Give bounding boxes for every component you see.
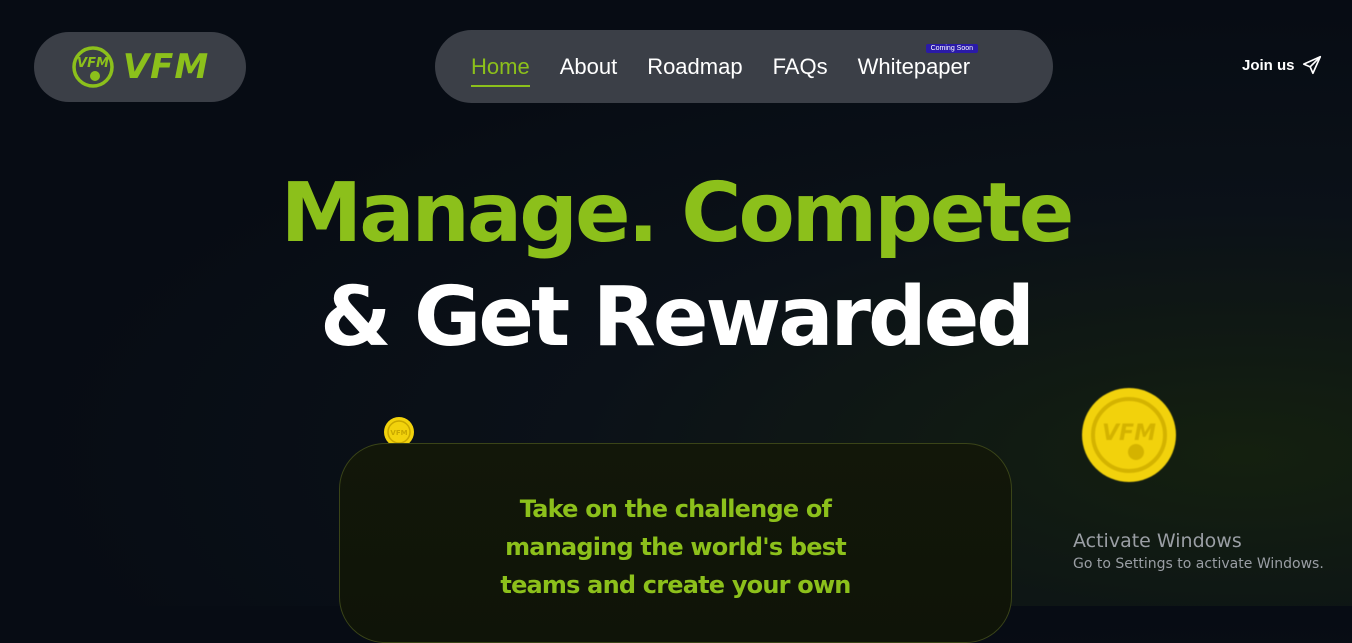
logo[interactable]: VFM VFM <box>34 32 246 102</box>
nav-whitepaper-label: Whitepaper <box>857 53 971 79</box>
nav-roadmap[interactable]: Roadmap <box>647 54 742 80</box>
vfm-coin-large-icon: VFM <box>1082 388 1176 482</box>
main-nav: Home About Roadmap FAQs Whitepaper Comin… <box>435 30 1053 103</box>
svg-text:VFM: VFM <box>1102 421 1156 446</box>
join-us-button[interactable]: Join us <box>1242 54 1323 76</box>
nav-home[interactable]: Home <box>471 54 530 87</box>
hero-title-line1: Manage. Compete <box>280 166 1075 261</box>
join-us-label: Join us <box>1242 56 1295 74</box>
activate-subtitle: Go to Settings to activate Windows. <box>1073 556 1324 572</box>
hero-title-line2: & Get Rewarded <box>319 270 1035 365</box>
nav-faqs[interactable]: FAQs <box>773 54 828 80</box>
brand-name: VFM <box>122 47 210 87</box>
intro-line: managing the world's best <box>505 533 847 561</box>
nav-whitepaper[interactable]: Whitepaper Coming Soon <box>857 43 979 80</box>
vfm-ball-badge-icon: VFM <box>72 46 114 88</box>
coming-soon-badge: Coming Soon <box>925 43 979 53</box>
intro-card: Take on the challenge of managing the wo… <box>339 443 1012 643</box>
svg-text:VFM: VFM <box>390 429 407 437</box>
intro-text: Take on the challenge of managing the wo… <box>340 490 1011 604</box>
intro-line: Take on the challenge of <box>519 495 832 523</box>
activate-title: Activate Windows <box>1073 530 1242 552</box>
paper-plane-icon <box>1302 55 1321 75</box>
activate-windows-watermark: Activate Windows Go to Settings to activ… <box>1073 530 1324 572</box>
svg-text:VFM: VFM <box>77 56 109 71</box>
intro-line: teams and create your own <box>500 571 851 599</box>
nav-about[interactable]: About <box>560 54 618 80</box>
